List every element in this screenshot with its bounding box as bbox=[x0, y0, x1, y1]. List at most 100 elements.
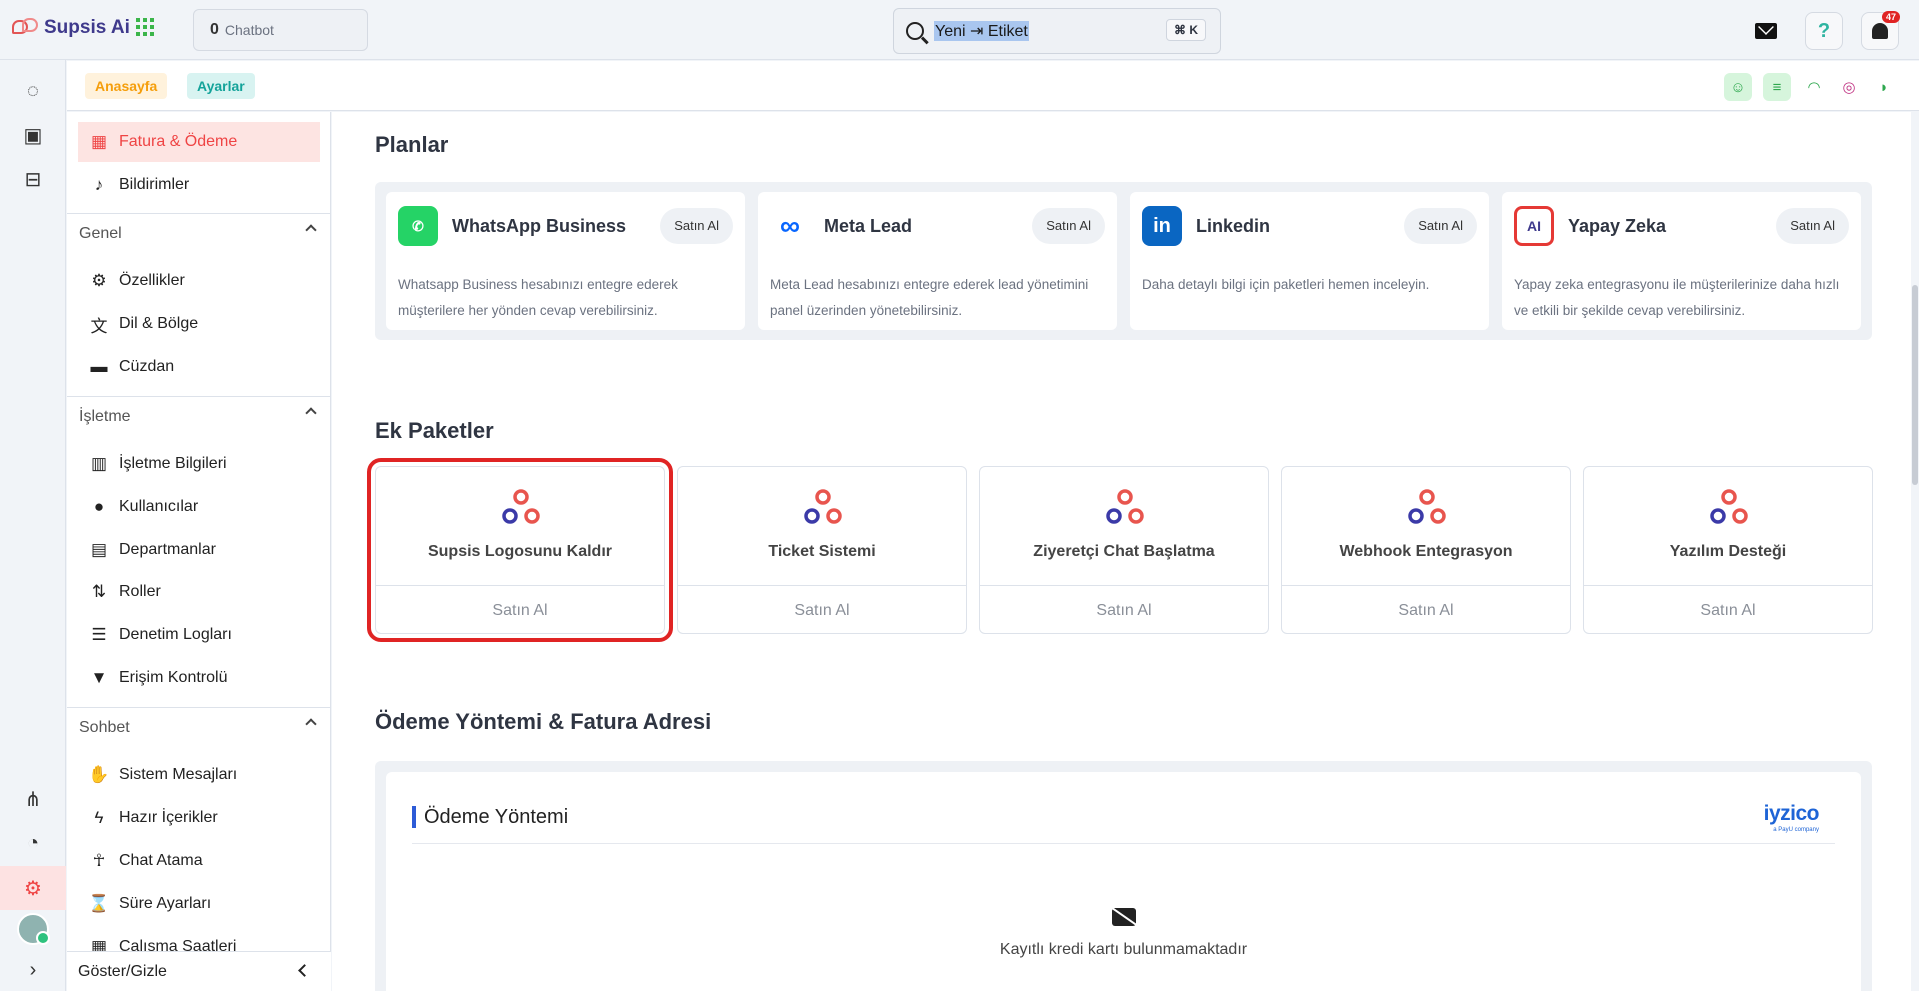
webhook-icon bbox=[1710, 489, 1748, 524]
sidebar-item-billing[interactable]: ▦ Fatura & Ödeme bbox=[78, 122, 320, 162]
sidebar-item-label: Süre Ayarları bbox=[119, 895, 212, 912]
sidebar-item-departments[interactable]: ▤ Departmanlar bbox=[78, 530, 320, 570]
search-input[interactable]: Yeni ⇥ Etiket ⌘ K bbox=[893, 8, 1221, 54]
inbox-icon[interactable]: ⊟ bbox=[20, 166, 46, 192]
sidebar-group-general[interactable]: Genel bbox=[67, 213, 330, 253]
package-card-ticket[interactable]: Ticket Sistemi Satın Al bbox=[677, 466, 967, 634]
buy-button[interactable]: Satın Al bbox=[678, 585, 966, 634]
ai-chip-icon: AI bbox=[1514, 206, 1554, 246]
package-name: Supsis Logosunu Kaldır bbox=[427, 543, 612, 560]
buy-button[interactable]: Satın Al bbox=[660, 208, 733, 244]
buy-button[interactable]: Satın Al bbox=[376, 585, 664, 634]
breadcrumb: Anasayfa Ayarlar ☺ ≡ ◠ ◎ ◗ bbox=[67, 61, 1919, 111]
sidebar-group-chat[interactable]: Sohbet bbox=[67, 707, 330, 747]
sidebar-item-label: Hazır İçerikler bbox=[119, 809, 218, 826]
package-card-visitor-chat[interactable]: Ziyeretçi Chat Başlatma Satın Al bbox=[979, 466, 1269, 634]
package-name: Ticket Sistemi bbox=[768, 543, 876, 560]
chat-icon[interactable]: ◌ bbox=[20, 78, 46, 104]
buy-button[interactable]: Satın Al bbox=[1404, 208, 1477, 244]
sidebar-item-language[interactable]: 文 Dil & Bölge bbox=[78, 304, 320, 344]
sidebar-item-business-info[interactable]: ▥ İşletme Bilgileri bbox=[78, 444, 320, 484]
sidebar-item-audit-logs[interactable]: ☰ Denetim Logları bbox=[78, 615, 320, 655]
building-icon: ▥ bbox=[90, 454, 108, 473]
wifi-icon[interactable]: ◠ bbox=[1800, 73, 1828, 101]
iyzico-logo: iyzico bbox=[1763, 802, 1820, 825]
breadcrumb-current[interactable]: Ayarlar bbox=[187, 73, 255, 99]
search-shortcut: ⌘ K bbox=[1166, 19, 1206, 41]
sidebar-item-label: Chat Atama bbox=[119, 852, 203, 869]
sidebar-item-label: Departmanlar bbox=[119, 541, 216, 558]
bot-status-icon[interactable]: ☺ bbox=[1724, 73, 1752, 101]
chevron-up-icon bbox=[305, 407, 317, 419]
share-icon[interactable]: ⋔ bbox=[20, 786, 46, 812]
plans-container: ✆ WhatsApp Business Satın Al Whatsapp Bu… bbox=[375, 182, 1872, 340]
avatar[interactable] bbox=[17, 913, 50, 945]
chatbot-selector[interactable]: 0 Chatbot bbox=[193, 9, 368, 51]
sidebar-item-notifications[interactable]: ♪ Bildirimler bbox=[78, 165, 320, 205]
sidebar-toggle-label: Göster/Gizle bbox=[78, 962, 167, 980]
server-status-icon[interactable]: ≡ bbox=[1763, 73, 1791, 101]
sidebar-item-label: Özellikler bbox=[119, 272, 185, 289]
apps-grid-icon[interactable] bbox=[136, 18, 154, 36]
buy-button[interactable]: Satın Al bbox=[1282, 585, 1570, 634]
buy-button[interactable]: Satın Al bbox=[1584, 585, 1872, 634]
iyzico-logo-sub: a PayU company bbox=[1773, 827, 1819, 833]
group-title: İşletme bbox=[79, 407, 131, 425]
plan-card-ai: AI Yapay Zeka Satın Al Yapay zeka entegr… bbox=[1502, 192, 1861, 330]
sidebar-toggle[interactable]: Göster/Gizle bbox=[67, 951, 331, 991]
contacts-icon[interactable]: ▣ bbox=[20, 122, 46, 148]
package-name: Ziyeretçi Chat Başlatma bbox=[1033, 543, 1215, 560]
sidebar-item-wallet[interactable]: ▬ Cüzdan bbox=[78, 347, 320, 387]
payment-section-title: Ödeme Yöntemi & Fatura Adresi bbox=[375, 709, 712, 734]
sidebar-item-label: Erişim Kontrolü bbox=[119, 669, 228, 686]
app-logo[interactable]: Supsis Ai bbox=[12, 16, 130, 40]
scrollbar-thumb[interactable] bbox=[1912, 285, 1918, 485]
help-button[interactable]: ? bbox=[1805, 12, 1843, 50]
sidebar-item-label: Sistem Mesajları bbox=[119, 766, 238, 783]
package-card-remove-logo[interactable]: Supsis Logosunu Kaldır Satın Al bbox=[367, 458, 673, 642]
expand-chevron-icon[interactable]: › bbox=[20, 957, 46, 983]
plan-card-whatsapp: ✆ WhatsApp Business Satın Al Whatsapp Bu… bbox=[386, 192, 745, 330]
divider bbox=[412, 843, 1835, 844]
person-icon: ☥ bbox=[92, 851, 106, 870]
sidebar-item-roles[interactable]: ⇅ Roller bbox=[78, 572, 320, 612]
buy-button[interactable]: Satın Al bbox=[1032, 208, 1105, 244]
package-card-software-support[interactable]: Yazılım Desteği Satın Al bbox=[1583, 466, 1873, 634]
webhook-icon bbox=[804, 489, 842, 524]
sidebar-item-label: Denetim Logları bbox=[119, 626, 232, 643]
instagram-icon[interactable]: ◎ bbox=[1835, 73, 1863, 101]
mail-button[interactable] bbox=[1747, 12, 1785, 50]
headset-icon[interactable]: ◗ bbox=[1870, 73, 1898, 101]
sidebar-group-business[interactable]: İşletme bbox=[67, 396, 330, 436]
breadcrumb-home[interactable]: Anasayfa bbox=[85, 73, 168, 99]
packages-title: Ek Paketler bbox=[375, 418, 494, 443]
sidebar-item-label: Cüzdan bbox=[119, 358, 175, 375]
chevron-left-icon bbox=[298, 964, 311, 977]
sidebar-item-features[interactable]: ⚙ Özellikler bbox=[78, 261, 320, 301]
buy-button[interactable]: Satın Al bbox=[1776, 208, 1849, 244]
buy-button[interactable]: Satın Al bbox=[980, 585, 1268, 634]
analytics-icon[interactable]: ◔ bbox=[20, 830, 46, 856]
package-card-webhook[interactable]: Webhook Entegrasyon Satın Al bbox=[1281, 466, 1571, 634]
sidebar-item-time-settings[interactable]: ⌛ Süre Ayarları bbox=[78, 884, 320, 924]
plan-card-linkedin: in Linkedin Satın Al Daha detaylı bilgi … bbox=[1130, 192, 1489, 330]
sidebar-item-access-control[interactable]: ▼ Erişim Kontrolü bbox=[78, 658, 320, 698]
sidebar-item-canned-content[interactable]: ϟ Hazır İçerikler bbox=[78, 798, 320, 838]
no-card-icon bbox=[1112, 908, 1136, 926]
sidebar-item-chat-assignment[interactable]: ☥ Chat Atama bbox=[78, 841, 320, 881]
empty-state-text: Kayıtlı kredi kartı bulunmamaktadır bbox=[999, 941, 1248, 958]
access-icon: ▼ bbox=[90, 668, 108, 687]
sidebar-item-users[interactable]: ● Kullanıcılar bbox=[78, 487, 320, 527]
sidebar-item-label: Roller bbox=[119, 583, 161, 600]
settings-gear-icon[interactable]: ⚙ bbox=[20, 875, 46, 901]
app-name: Supsis Ai bbox=[44, 17, 130, 38]
sidebar-item-system-messages[interactable]: ✋ Sistem Mesajları bbox=[78, 755, 320, 795]
notifications-button[interactable]: 47 bbox=[1861, 11, 1900, 50]
search-icon bbox=[906, 22, 924, 40]
sidebar-item-label: Bildirimler bbox=[119, 176, 190, 193]
plan-card-meta-lead: ∞ Meta Lead Satın Al Meta Lead hesabınız… bbox=[758, 192, 1117, 330]
translate-icon: 文 bbox=[90, 316, 108, 336]
payment-container: Ödeme Yöntemi iyzico a PayU company Kayı… bbox=[375, 761, 1872, 991]
users-icon: ● bbox=[93, 497, 105, 516]
main-scrollbar[interactable] bbox=[1911, 112, 1919, 991]
